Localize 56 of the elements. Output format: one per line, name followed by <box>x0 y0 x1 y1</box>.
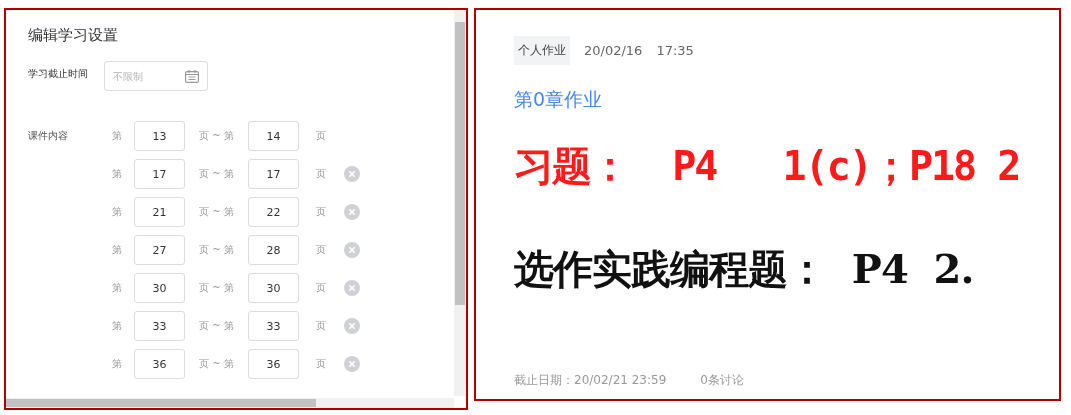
from-page-field[interactable]: 13 <box>134 121 185 151</box>
to-page-field[interactable]: 36 <box>248 349 299 379</box>
from-page-field[interactable]: 36 <box>134 349 185 379</box>
range-separator: 页 ~ 第 <box>198 205 235 219</box>
calendar-icon[interactable] <box>185 70 199 83</box>
from-page-field[interactable]: 33 <box>134 311 185 341</box>
to-page-field[interactable]: 22 <box>248 197 299 227</box>
deadline-text: 截止日期：20/02/21 23:59 <box>514 372 667 389</box>
page-suffix: 页 <box>315 129 327 143</box>
content-label: 课件内容 <box>28 129 69 143</box>
range-separator: 页 ~ 第 <box>198 129 235 143</box>
from-page-field[interactable]: 21 <box>134 197 185 227</box>
page-prefix: 第 <box>112 205 123 219</box>
range-separator: 页 ~ 第 <box>198 319 235 333</box>
assignment-tag: 个人作业 <box>514 36 570 65</box>
page-suffix: 页 <box>315 319 327 333</box>
to-page-field[interactable]: 17 <box>248 159 299 189</box>
range-separator: 页 ~ 第 <box>198 243 235 257</box>
from-page-field[interactable]: 27 <box>134 235 185 265</box>
remove-icon[interactable] <box>344 166 360 182</box>
panel-title: 编辑学习设置 <box>28 26 119 45</box>
remove-icon[interactable] <box>344 356 360 372</box>
remove-icon[interactable] <box>344 204 360 220</box>
assignment-text: 选作实践编程题： P4 2. <box>514 244 975 294</box>
assignment-title[interactable]: 第0章作业 <box>514 87 1059 113</box>
page-suffix: 页 <box>315 205 327 219</box>
page-suffix: 页 <box>315 281 327 295</box>
page-prefix: 第 <box>112 167 123 181</box>
horizontal-scrollbar[interactable] <box>6 398 454 408</box>
to-page-field[interactable]: 28 <box>248 235 299 265</box>
remove-icon[interactable] <box>344 280 360 296</box>
discussion-count: 0条讨论 <box>700 372 744 389</box>
to-page-field[interactable]: 14 <box>248 121 299 151</box>
page-suffix: 页 <box>315 167 327 181</box>
publish-time: 17:35 <box>656 43 694 58</box>
deadline-label: 学习截止时间 <box>28 67 89 81</box>
publish-date: 20/02/16 <box>584 43 643 58</box>
page-prefix: 第 <box>112 129 123 143</box>
range-separator: 页 ~ 第 <box>198 167 235 181</box>
assignment-text: 习题： P4 1(c)；P18 2 <box>514 142 1021 191</box>
page-prefix: 第 <box>112 243 123 257</box>
range-separator: 页 ~ 第 <box>198 357 235 371</box>
vertical-scrollbar[interactable] <box>454 10 466 396</box>
page-prefix: 第 <box>112 319 123 333</box>
page-suffix: 页 <box>315 243 327 257</box>
page-prefix: 第 <box>112 281 123 295</box>
from-page-field[interactable]: 30 <box>134 273 185 303</box>
page-prefix: 第 <box>112 357 123 371</box>
range-separator: 页 ~ 第 <box>198 281 235 295</box>
remove-icon[interactable] <box>344 242 360 258</box>
deadline-field[interactable]: 不限制 <box>104 61 208 91</box>
to-page-field[interactable]: 30 <box>248 273 299 303</box>
from-page-field[interactable]: 17 <box>134 159 185 189</box>
remove-icon[interactable] <box>344 318 360 334</box>
page-suffix: 页 <box>315 357 327 371</box>
to-page-field[interactable]: 33 <box>248 311 299 341</box>
